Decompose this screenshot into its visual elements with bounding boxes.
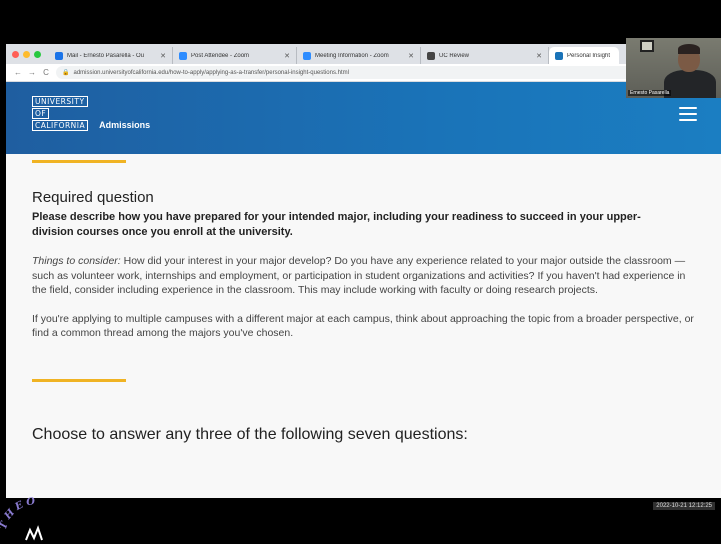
main-content: Required question Please describe how yo… [6, 154, 721, 498]
reload-icon[interactable]: C [42, 68, 50, 77]
recording-timestamp: 2022-10-21 12:12:25 [653, 502, 715, 510]
browser-window: Mail - Ernesto Pasarella - Ou ✕ Post Att… [6, 44, 721, 498]
things-to-consider: Things to consider: How did your interes… [32, 254, 702, 298]
close-tab-icon[interactable]: ✕ [160, 52, 166, 60]
mail-icon [55, 51, 63, 60]
uc-logo[interactable]: UNIVERSITY OF CALIFORNIA Admissions [32, 96, 150, 131]
address-bar[interactable]: 🔒 admission.universityofcalifornia.edu/h… [56, 66, 713, 79]
gold-divider [32, 378, 126, 382]
svg-text:THEO: THEO [0, 496, 39, 531]
window-controls [12, 44, 41, 64]
browser-toolbar: ← → C 🔒 admission.universityofcalifornia… [6, 64, 721, 82]
back-arrow-icon[interactable]: ← [14, 68, 22, 77]
webcam-name-label: Ernesto Pasarella [628, 90, 672, 96]
globe-icon [427, 51, 435, 60]
close-tab-icon[interactable]: ✕ [408, 52, 414, 60]
choose-questions-heading: Choose to answer any three of the follow… [32, 425, 468, 443]
webcam-overlay: Ernesto Pasarella [626, 38, 721, 98]
uc-icon [555, 51, 563, 60]
maximize-window-button[interactable] [34, 50, 41, 58]
tab-meeting-information[interactable]: Meeting Information - Zoom ✕ [297, 47, 421, 64]
presenter-body [664, 70, 716, 98]
tab-uc-review[interactable]: UC Review ✕ [421, 47, 549, 64]
tab-bar: Mail - Ernesto Pasarella - Ou ✕ Post Att… [6, 44, 721, 64]
wall-frame [640, 40, 654, 52]
consider-text: How did your interest in your major deve… [32, 255, 686, 296]
lock-icon: 🔒 [62, 70, 70, 76]
close-tab-icon[interactable]: ✕ [536, 52, 542, 60]
close-window-button[interactable] [12, 50, 19, 58]
forward-arrow-icon[interactable]: → [28, 68, 36, 77]
gold-divider [32, 160, 126, 163]
required-question-prompt: Please describe how you have prepared fo… [32, 211, 641, 238]
zoom-icon [179, 51, 187, 60]
required-question-heading: Required question [32, 189, 154, 206]
tab-post-attendee[interactable]: Post Attendee - Zoom ✕ [173, 47, 297, 64]
tab-mail[interactable]: Mail - Ernesto Pasarella - Ou ✕ [49, 47, 173, 64]
close-tab-icon[interactable]: ✕ [284, 52, 290, 60]
seal-logo: THEO [0, 496, 43, 541]
consider-label: Things to consider: [32, 255, 121, 267]
uc-wordmark: UNIVERSITY OF CALIFORNIA [32, 96, 89, 131]
site-header: UNIVERSITY OF CALIFORNIA Admissions [6, 82, 721, 154]
section-title[interactable]: Admissions [99, 120, 150, 130]
url-text: admission.universityofcalifornia.edu/how… [73, 69, 349, 76]
menu-icon[interactable] [679, 107, 697, 121]
tab-personal-insight[interactable]: Personal Insight [549, 47, 619, 64]
multi-campus-note: If you're applying to multiple campuses … [32, 312, 694, 340]
minimize-window-button[interactable] [23, 50, 30, 58]
zoom-icon [303, 51, 311, 60]
